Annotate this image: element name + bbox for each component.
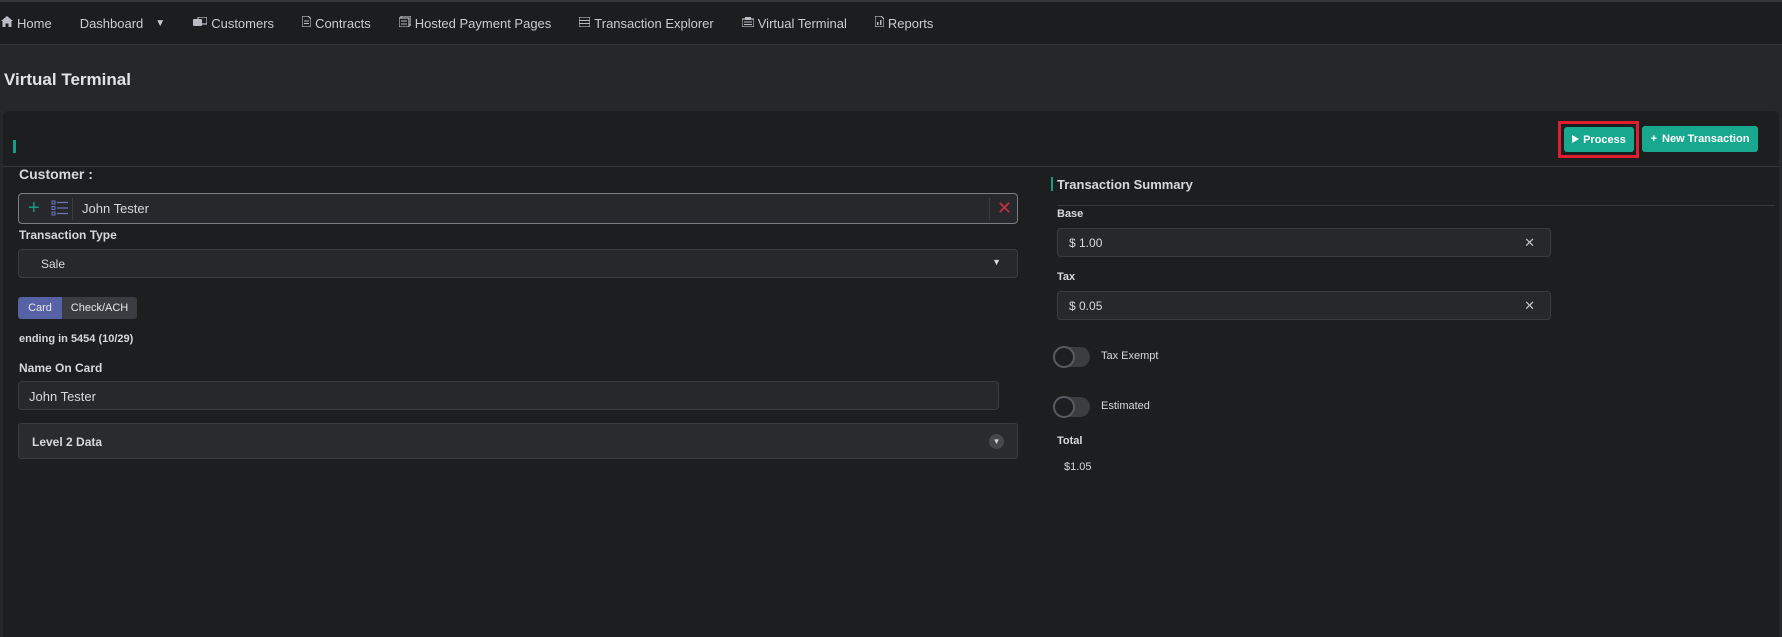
total-value: $1.05 — [1064, 461, 1092, 473]
tax-field[interactable]: $ 0.05 ✕ — [1057, 291, 1551, 320]
nav-contracts[interactable]: Contracts — [288, 15, 385, 31]
table-icon — [578, 16, 591, 30]
level2-data-accordion[interactable]: Level 2 Data ▾ — [18, 423, 1018, 459]
toggle-knob — [1053, 396, 1075, 418]
base-field[interactable]: $ 1.00 ✕ — [1057, 228, 1551, 257]
process-button[interactable]: Process — [1564, 127, 1634, 152]
total-label: Total — [1057, 435, 1083, 447]
virtual-terminal-panel: Process + New Transaction Customer : + J… — [3, 111, 1779, 637]
nav-customers[interactable]: Customers — [179, 16, 288, 31]
nav-hosted-payment-pages-label: Hosted Payment Pages — [414, 15, 552, 31]
payment-method-tabs: Card Check/ACH — [18, 297, 137, 319]
customer-list-icon[interactable] — [51, 200, 69, 216]
add-customer-icon[interactable]: + — [28, 198, 40, 218]
page-title: Virtual Terminal — [4, 70, 131, 89]
nav-virtual-terminal[interactable]: Virtual Terminal — [728, 16, 861, 31]
toggle-knob — [1053, 346, 1075, 368]
clear-base-icon[interactable]: ✕ — [1524, 235, 1535, 251]
tax-exempt-label: Tax Exempt — [1101, 350, 1159, 362]
card-ending-text: ending in 5454 (10/29) — [19, 333, 134, 345]
panel-header: Process + New Transaction — [3, 111, 1779, 167]
new-transaction-button-label: New Transaction — [1662, 133, 1750, 145]
nav-transaction-explorer[interactable]: Transaction Explorer — [565, 16, 727, 31]
plus-icon: + — [1650, 133, 1657, 145]
customers-icon — [193, 16, 208, 30]
nav-virtual-terminal-label: Virtual Terminal — [757, 15, 847, 31]
new-transaction-button[interactable]: + New Transaction — [1642, 126, 1758, 152]
nav-contracts-label: Contracts — [315, 15, 371, 31]
process-button-label: Process — [1583, 133, 1626, 146]
estimated-toggle[interactable] — [1053, 396, 1090, 418]
estimated-label: Estimated — [1101, 400, 1150, 412]
nav-customers-label: Customers — [211, 15, 275, 31]
chevron-down-icon: ▼ — [155, 17, 166, 29]
level2-data-label: Level 2 Data — [32, 435, 103, 449]
nav-home-label: Home — [17, 15, 52, 31]
name-on-card-field[interactable]: John Tester — [18, 381, 999, 410]
base-value: $ 1.00 — [1069, 236, 1103, 250]
clear-customer-icon[interactable]: ✕ — [997, 199, 1012, 217]
nav-dashboard-label: Dashboard — [79, 15, 144, 31]
terminal-icon — [741, 16, 755, 30]
top-navigation: Home Dashboard ▼ Customers Contracts Hos… — [0, 0, 1782, 45]
play-icon — [1572, 134, 1580, 146]
divider — [1057, 205, 1775, 206]
divider — [989, 198, 990, 220]
nav-dashboard[interactable]: Dashboard ▼ — [66, 16, 180, 31]
transaction-summary-title: Transaction Summary — [1057, 177, 1193, 192]
transaction-type-select[interactable]: Sale ▼ — [18, 249, 1018, 278]
tax-label: Tax — [1057, 271, 1076, 283]
nav-transaction-explorer-label: Transaction Explorer — [594, 15, 714, 31]
nav-home[interactable]: Home — [0, 16, 66, 31]
tax-value: $ 0.05 — [1069, 299, 1103, 313]
tab-check-ach[interactable]: Check/ACH — [62, 297, 137, 319]
clear-tax-icon[interactable]: ✕ — [1524, 298, 1535, 314]
divider — [72, 198, 73, 220]
pages-icon — [398, 15, 412, 30]
name-on-card-label: Name On Card — [19, 361, 103, 375]
report-icon — [874, 15, 885, 30]
accent-bar — [13, 140, 16, 153]
customer-label: Customer : — [19, 166, 93, 182]
document-icon — [301, 15, 312, 30]
nav-reports[interactable]: Reports — [861, 15, 948, 31]
base-label: Base — [1057, 208, 1084, 220]
customer-name: John Tester — [82, 201, 149, 216]
name-on-card-value: John Tester — [29, 389, 96, 404]
accent-bar — [1051, 177, 1053, 191]
tax-exempt-toggle[interactable] — [1053, 346, 1090, 368]
nav-hosted-payment-pages[interactable]: Hosted Payment Pages — [385, 15, 566, 31]
transaction-type-value: Sale — [41, 257, 66, 271]
transaction-type-label: Transaction Type — [19, 228, 117, 242]
tab-card[interactable]: Card — [18, 297, 62, 319]
chevron-down-icon[interactable]: ▾ — [989, 434, 1004, 449]
customer-field[interactable]: + John Tester ✕ — [18, 193, 1018, 224]
home-icon — [1, 16, 13, 30]
chevron-down-icon: ▼ — [992, 257, 1001, 267]
nav-reports-label: Reports — [887, 15, 934, 31]
